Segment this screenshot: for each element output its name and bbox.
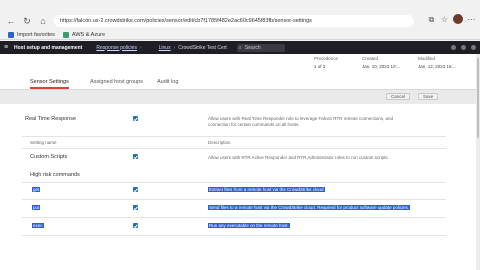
exec-checkbox[interactable] [133,223,138,228]
cancel-button[interactable]: Cancel [386,93,411,100]
command-description: Send files to a remote host via the Crow… [208,205,411,210]
put-checkbox[interactable] [133,205,138,210]
tab-audit-log[interactable]: Audit log [157,79,178,89]
profile-avatar[interactable] [453,14,463,24]
precedence: Precedence 1 of 3 [314,56,339,69]
divider [22,148,446,149]
command-name: get [32,187,41,192]
get-checkbox[interactable] [133,187,138,192]
more-icon[interactable]: ⋯ [467,15,476,24]
back-icon[interactable]: ← [6,16,16,26]
command-name: put [32,205,41,210]
col-setting-name: Setting name [30,140,57,145]
global-search[interactable]: Search [236,43,285,52]
action-band: Cancel Save [0,90,480,104]
divider [22,136,446,137]
high-risk-label: High risk commands [30,172,80,178]
command-description: Run any executable on the remote host. [208,223,290,228]
divider [22,182,446,183]
help-icon[interactable] [461,45,466,50]
rtr-checkbox[interactable] [133,116,138,121]
breadcrumb-current: CrowdStrike Test Cert [178,44,227,51]
save-button[interactable]: Save [418,93,439,100]
divider [22,217,446,218]
user-icon[interactable] [471,45,476,50]
breadcrumb-response-policies[interactable]: Response policies [96,45,137,51]
rtr-label: Real Time Response [25,116,77,122]
import-icon [8,32,14,38]
address-bar[interactable]: https://falcon.us-2.crowdstrike.com/poli… [54,15,414,27]
rtr-description: Allow users with Real Time Responder rol… [208,116,394,127]
created-date: Created Jan. 10, 2023 10:... [362,56,401,69]
bookmark-aws[interactable]: AWS & Azure [62,32,105,38]
app-brand: Host setup and management [14,44,83,51]
folder-icon [62,32,69,38]
divider [22,199,446,200]
refresh-icon[interactable]: ↻ [22,16,32,26]
command-name: exec [32,223,44,228]
tab-sensor-settings[interactable]: Sensor Settings [30,79,69,89]
breadcrumb-separator: › [139,44,142,51]
divider [22,235,446,236]
modified-date: Modified Jan. 12, 2023 15:... [418,56,457,69]
hamburger-menu-icon[interactable]: ≡ [4,44,10,51]
page-scrollbar[interactable] [476,54,480,270]
notifications-icon[interactable] [451,45,456,50]
policy-content: Precedence 1 of 3 Created Jan. 10, 2023 … [0,54,480,270]
breadcrumb-linux[interactable]: Linux [159,45,171,51]
col-description: Description [208,140,231,145]
policy-tabs: Sensor Settings Assigned host groups Aud… [0,78,480,90]
bookmark-import[interactable]: Import favorites [8,32,55,38]
tab-assigned-host-groups[interactable]: Assigned host groups [90,79,143,89]
extensions-icon[interactable]: ⧉ [427,15,436,24]
scrollbar-thumb[interactable] [477,58,479,138]
browser-chrome: ← ↻ ⌂ https://falcon.us-2.crowdstrike.co… [0,0,480,40]
custom-scripts-description: Allow users with RTR Active Responder an… [208,155,389,160]
breadcrumb-separator: › [173,44,176,51]
home-icon[interactable]: ⌂ [38,16,48,26]
favorites-icon[interactable]: ☆ [440,15,449,24]
falcon-appbar: ≡ Host setup and management Response pol… [0,41,480,54]
custom-scripts-checkbox[interactable] [133,154,138,159]
command-description: Extract files from a remote host via the… [208,187,325,192]
custom-scripts-label: Custom Scripts [30,154,68,160]
